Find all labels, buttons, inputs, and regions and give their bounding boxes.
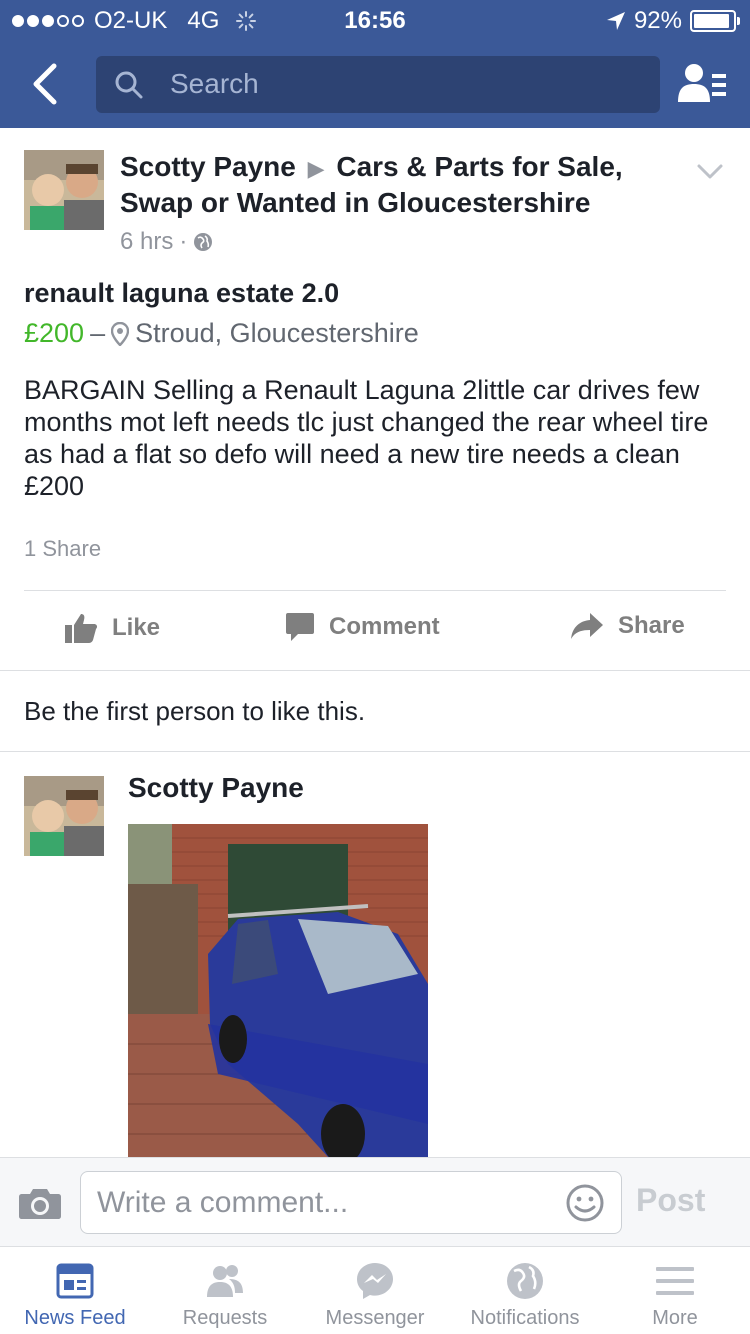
tab-news-feed[interactable]: News Feed	[0, 1247, 150, 1334]
globe-icon	[194, 233, 213, 251]
tab-label: More	[652, 1307, 698, 1329]
tab-label: Messenger	[325, 1307, 425, 1329]
author-avatar[interactable]	[24, 150, 104, 230]
like-button[interactable]: Like	[64, 612, 160, 644]
friends-list-button[interactable]	[678, 62, 728, 109]
tab-notifications[interactable]: Notifications	[450, 1247, 600, 1334]
thumbs-up-icon	[65, 614, 98, 643]
price-separator: –	[90, 318, 106, 348]
post-comment-button[interactable]: Post	[636, 1182, 705, 1219]
comment-author[interactable]: Scotty Payne	[128, 772, 304, 804]
tab-more[interactable]: More	[600, 1247, 750, 1334]
search-input[interactable]	[170, 64, 640, 104]
like-label: Like	[112, 614, 161, 641]
comment-composer: Post	[0, 1157, 750, 1246]
likes-summary: Be the first person to like this.	[24, 696, 366, 726]
camera-button[interactable]	[18, 1186, 62, 1225]
comment-photo[interactable]	[128, 824, 428, 1157]
listing-price: £200	[24, 318, 85, 348]
chevron-down-icon	[697, 164, 723, 179]
news-feed-icon	[56, 1263, 94, 1299]
chevron-left-icon	[33, 63, 57, 105]
back-button[interactable]	[28, 60, 68, 108]
friend-requests-icon	[207, 1265, 243, 1297]
tab-label: Notifications	[470, 1307, 580, 1329]
tab-label: Requests	[182, 1307, 268, 1329]
friends-list-icon	[678, 64, 726, 102]
globe-icon	[507, 1263, 543, 1299]
comment-field[interactable]	[80, 1171, 622, 1234]
price-location: £200 – Stroud, Gloucestershire	[24, 318, 419, 349]
search-bar[interactable]	[96, 56, 660, 113]
battery-icon	[690, 10, 740, 32]
post-options-button[interactable]	[696, 162, 724, 187]
smiley-icon	[566, 1184, 604, 1222]
share-label: Share	[618, 612, 685, 639]
listing-location[interactable]: Stroud, Gloucestershire	[135, 318, 419, 349]
divider	[0, 751, 750, 752]
map-pin-icon	[111, 321, 130, 346]
share-arrow-icon	[571, 613, 603, 639]
author-name[interactable]: Scotty Payne	[120, 151, 296, 182]
divider	[24, 590, 726, 591]
share-button[interactable]: Share	[570, 612, 685, 640]
tab-label: News Feed	[24, 1307, 126, 1329]
camera-icon	[19, 1189, 61, 1219]
comment-button[interactable]: Comment	[285, 612, 440, 642]
comment-label: Comment	[329, 613, 440, 640]
post-time[interactable]: 6 hrs	[120, 228, 173, 256]
post-body: BARGAIN Selling a Renault Laguna 2little…	[24, 375, 709, 501]
status-bar: O2-UK 4G 16:56 92%	[0, 0, 750, 40]
post-actions: Like Comment Share	[0, 600, 750, 662]
avatar-photo	[24, 150, 104, 230]
tab-requests[interactable]: Requests	[150, 1247, 300, 1334]
battery-percent: 92%	[633, 7, 682, 34]
post-meta: 6 hrs ·	[120, 228, 213, 256]
triangle-right-icon: ▶	[307, 156, 325, 181]
app-header: O2-UK 4G 16:56 92%	[0, 0, 750, 128]
car-photo	[128, 824, 428, 1157]
divider	[0, 670, 750, 671]
comment-bubble-icon	[286, 613, 314, 641]
meta-dot: ·	[179, 228, 188, 255]
commenter-avatar[interactable]	[24, 776, 104, 856]
listing-title: renault laguna estate 2.0	[24, 278, 340, 308]
comment-input[interactable]	[97, 1182, 557, 1224]
tab-messenger[interactable]: Messenger	[300, 1247, 450, 1334]
status-right: 92%	[606, 7, 740, 35]
location-arrow-icon	[606, 12, 625, 30]
avatar-photo	[24, 776, 104, 856]
messenger-icon	[357, 1263, 393, 1299]
menu-icon	[656, 1267, 694, 1295]
sticker-button[interactable]	[565, 1183, 605, 1228]
share-count[interactable]: 1 Share	[24, 536, 101, 562]
post-header: Scotty Payne ▶ Cars & Parts for Sale, Sw…	[120, 150, 680, 220]
search-icon	[115, 71, 143, 99]
tab-bar: News Feed Requests Messenger Notificatio…	[0, 1246, 750, 1334]
